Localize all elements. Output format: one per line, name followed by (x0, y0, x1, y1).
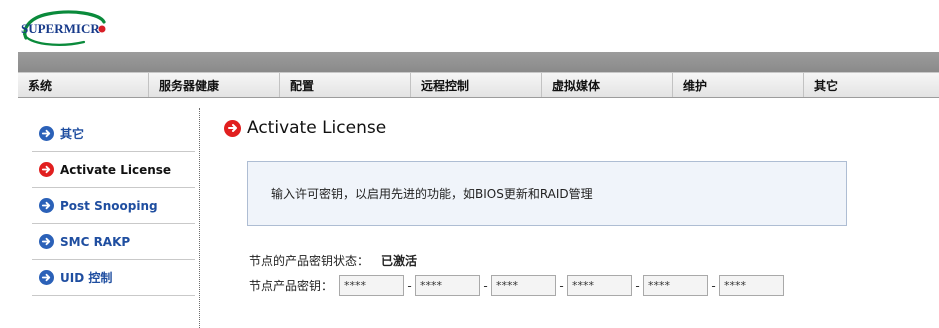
supermicro-logo: SUPERMICR (21, 10, 106, 46)
nav-item-maintenance[interactable]: 维护 (673, 73, 804, 97)
separator-dash: - (711, 278, 716, 293)
svg-text:SUPERMICR: SUPERMICR (21, 21, 100, 36)
sidebar: 其它 Activate License Post Snooping SMC RA… (32, 116, 195, 296)
sidebar-item-misc[interactable]: 其它 (32, 116, 195, 152)
nav-item-virtual-media[interactable]: 虚拟媒体 (542, 73, 673, 97)
sidebar-item-label: SMC RAKP (60, 234, 131, 249)
header-band (18, 52, 939, 72)
product-key-row: 节点产品密钥： - - - - - (249, 275, 785, 296)
product-key-field-5[interactable] (643, 275, 709, 296)
sidebar-item-label: Activate License (60, 162, 172, 177)
arrow-right-blue-icon (39, 126, 54, 141)
separator-dash: - (559, 278, 564, 293)
status-label: 节点的产品密钥状态： (249, 254, 370, 268)
nav-item-miscellaneous[interactable]: 其它 (804, 73, 935, 97)
separator-dash: - (407, 278, 412, 293)
sidebar-item-post-snooping[interactable]: Post Snooping (32, 188, 195, 224)
product-key-field-6[interactable] (719, 275, 785, 296)
separator-dash: - (483, 278, 488, 293)
arrow-right-blue-icon (39, 198, 54, 213)
sidebar-item-smc-rakp[interactable]: SMC RAKP (32, 224, 195, 260)
product-key-label: 节点产品密钥： (249, 279, 334, 293)
license-status-row: 节点的产品密钥状态： 已激活 (249, 252, 417, 269)
arrow-right-blue-icon (39, 234, 54, 249)
product-key-field-4[interactable] (567, 275, 633, 296)
nav-item-remote-control[interactable]: 远程控制 (411, 73, 542, 97)
info-text: 输入许可密钥，以启用先进的功能，如BIOS更新和RAID管理 (271, 187, 593, 201)
product-key-field-2[interactable] (415, 275, 481, 296)
arrow-right-red-icon (39, 162, 54, 177)
arrow-right-blue-icon (39, 270, 54, 285)
sidebar-item-label: 其它 (60, 127, 85, 141)
sidebar-divider (199, 108, 200, 328)
sidebar-item-label: Post Snooping (60, 198, 158, 213)
page-title: Activate License (224, 118, 386, 138)
sidebar-item-label: UID 控制 (60, 271, 113, 285)
page-title-text: Activate License (247, 118, 387, 138)
sidebar-item-uid-control[interactable]: UID 控制 (32, 260, 195, 296)
product-key-field-3[interactable] (491, 275, 557, 296)
info-box: 输入许可密钥，以启用先进的功能，如BIOS更新和RAID管理 (247, 161, 847, 226)
nav-item-server-health[interactable]: 服务器健康 (149, 73, 280, 97)
product-key-field-1[interactable] (339, 275, 405, 296)
separator-dash: - (635, 278, 640, 293)
status-value: 已激活 (381, 254, 418, 268)
main-nav: 系统 服务器健康 配置 远程控制 虚拟媒体 维护 其它 (18, 72, 939, 98)
sidebar-item-activate-license[interactable]: Activate License (32, 152, 195, 188)
nav-item-system[interactable]: 系统 (18, 73, 149, 97)
nav-item-configuration[interactable]: 配置 (280, 73, 411, 97)
arrow-right-red-icon (224, 119, 241, 137)
